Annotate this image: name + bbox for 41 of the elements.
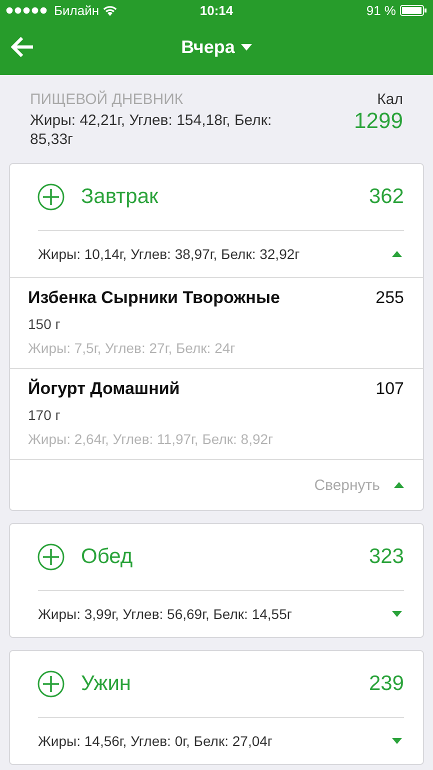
diary-title: ПИЩЕВОЙ ДНЕВНИК [30, 91, 184, 108]
food-macros: Жиры: 7,5г, Углев: 27г, Белк: 24г [28, 340, 236, 356]
caret-icon [240, 44, 252, 51]
clock-time: 10:14 [200, 2, 234, 18]
food-calories: 107 [376, 379, 404, 399]
add-icon[interactable] [37, 670, 65, 698]
collapse-button[interactable]: Свернуть [314, 476, 404, 494]
back-button[interactable] [10, 34, 36, 60]
battery-percent: 91 % [366, 2, 396, 18]
collapse-caret-icon [394, 482, 404, 488]
food-name: Йогурт Домашний [28, 379, 180, 399]
meal-name: Ужин [81, 672, 132, 696]
calories-total: 1299 [354, 108, 403, 134]
back-arrow-icon [11, 37, 35, 57]
expand-caret-icon [392, 611, 402, 617]
wifi-icon [103, 4, 118, 16]
expand-caret-icon [392, 738, 402, 744]
meal-macros: Жиры: 10,14г, Углев: 38,97г, Белк: 32,92г [38, 246, 300, 262]
food-name: Избенка Сырники Творожные [28, 288, 280, 308]
meal-calories: 323 [368, 545, 404, 569]
expand-toggle[interactable] [390, 249, 404, 259]
meal-macros: Жиры: 3,99г, Углев: 56,69г, Белк: 14,55г [38, 606, 292, 622]
food-amount: 170 г [28, 407, 62, 423]
food-amount: 150 г [28, 316, 62, 332]
expand-toggle[interactable] [390, 609, 404, 619]
add-icon[interactable] [37, 183, 65, 211]
food-calories: 255 [376, 288, 404, 308]
food-macros: Жиры: 2,64г, Углев: 11,97г, Белк: 8,92г [28, 431, 274, 447]
meal-calories: 362 [368, 185, 404, 209]
meal-calories: 239 [368, 672, 404, 696]
add-icon[interactable] [37, 543, 65, 571]
date-dropdown[interactable]: Вчера [181, 37, 252, 58]
meal-name: Завтрак [81, 185, 158, 209]
carrier-name: Билайн [54, 2, 100, 18]
battery-icon [400, 4, 427, 16]
meal-name: Обед [81, 545, 133, 569]
calories-label: Кал [377, 91, 403, 108]
meal-macros: Жиры: 14,56г, Углев: 0г, Белк: 27,04г [38, 733, 273, 749]
macros-summary: Жиры: 42,21г, Углев: 154,18г, Белк: 85,33г [30, 111, 273, 149]
collapse-caret-icon [392, 251, 402, 257]
expand-toggle[interactable] [390, 736, 404, 746]
